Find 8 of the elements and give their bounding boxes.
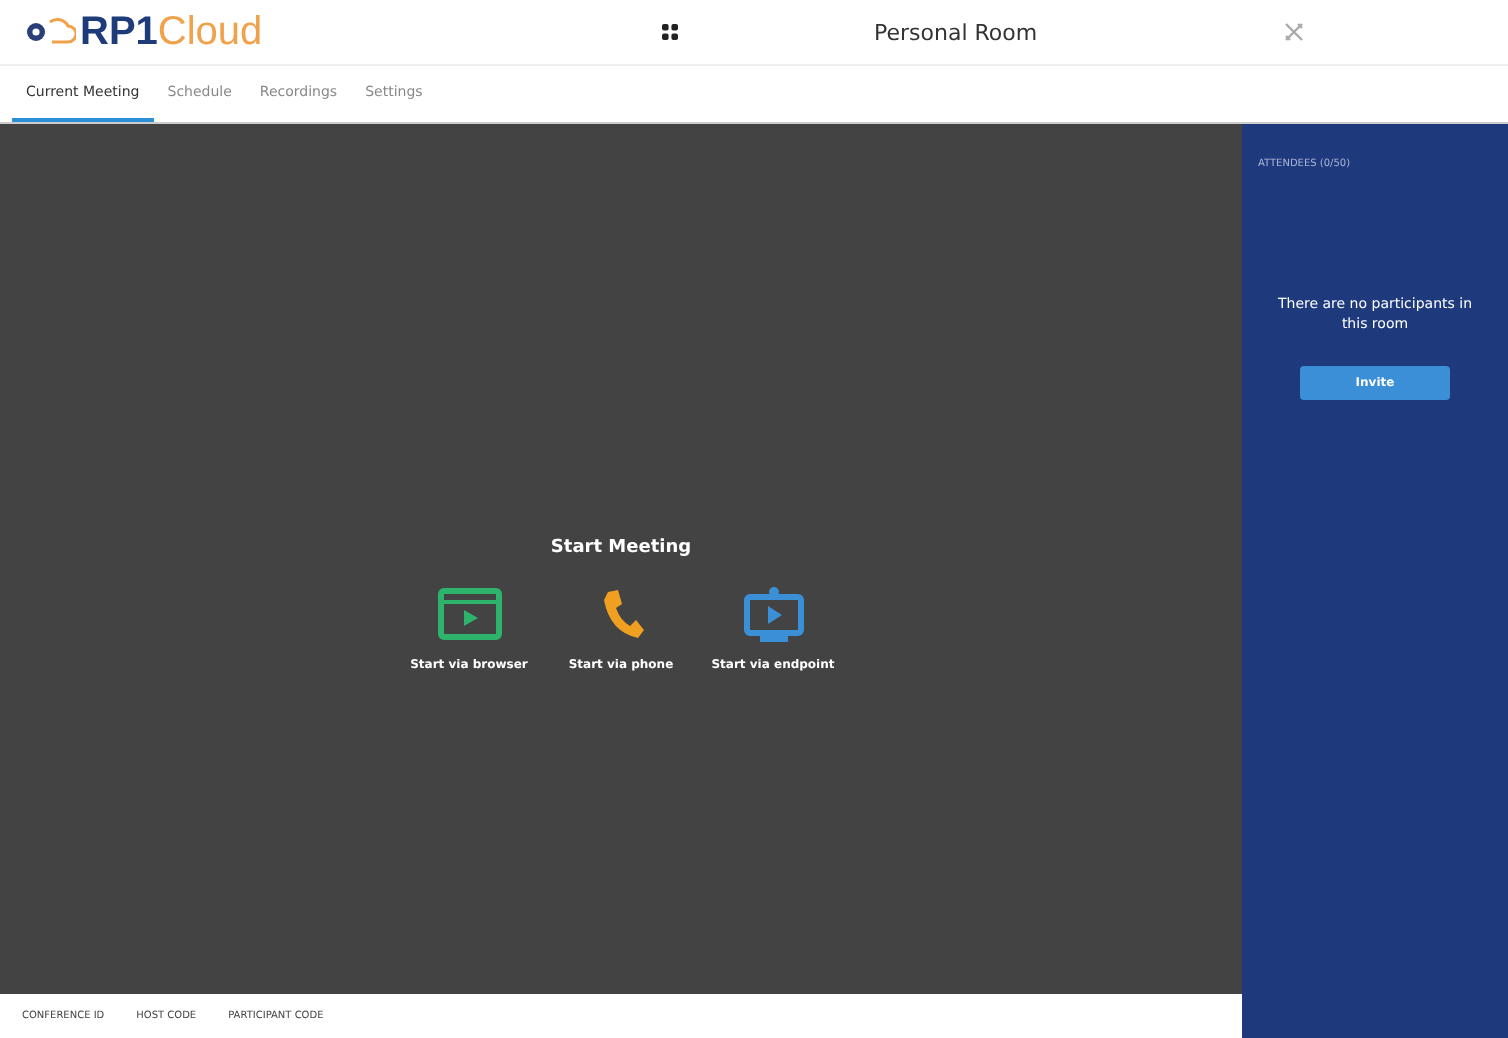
logo-text: RP1Cloud: [80, 9, 263, 55]
browser-play-icon: [437, 588, 501, 640]
monitor-play-icon: [743, 586, 803, 642]
apps-grid-icon[interactable]: [662, 24, 678, 40]
cloud-logo-icon: [24, 16, 76, 48]
room-title: Personal Room: [874, 19, 1038, 45]
phone-icon: [599, 588, 643, 640]
stage-heading: Start Meeting: [550, 538, 692, 558]
